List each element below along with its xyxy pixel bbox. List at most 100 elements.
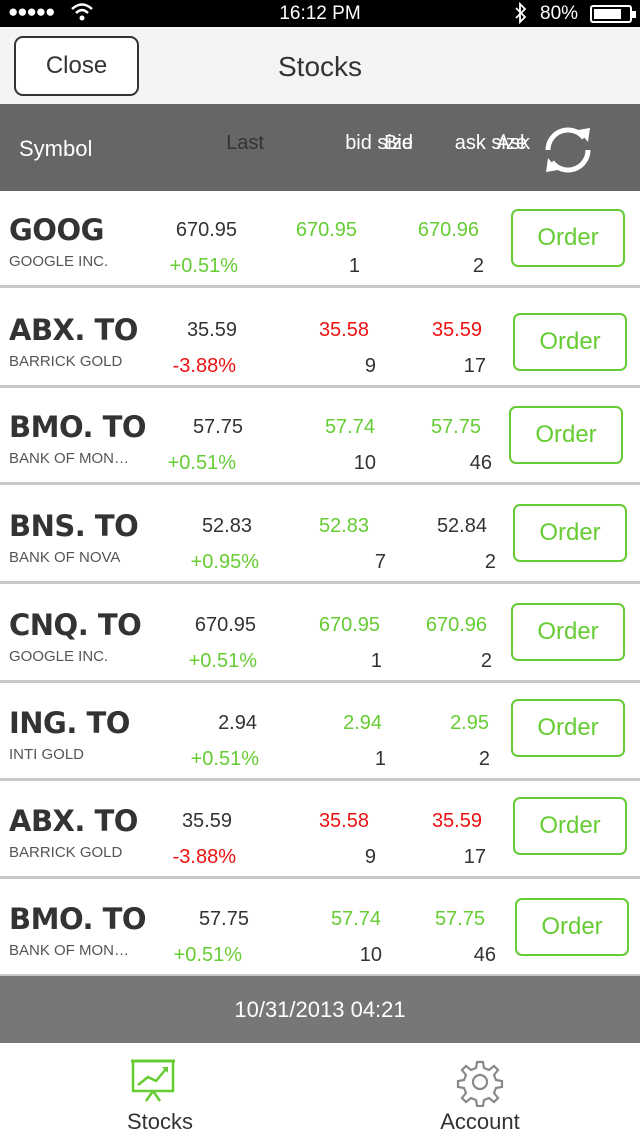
ask-price: 57.75: [430, 416, 481, 438]
bid-size: 7: [374, 551, 386, 573]
battery-percentage: 80%: [540, 3, 579, 24]
last-price: 670.95: [194, 614, 256, 636]
tab-stocks-label: Stocks: [126, 1109, 194, 1134]
column-subheader-bid-size: bid size: [345, 132, 413, 154]
price-change: +0.51%: [167, 452, 236, 474]
ask-price: 35.59: [431, 810, 482, 832]
battery-fill: [594, 9, 622, 19]
last-price: 2.94: [218, 712, 257, 734]
refresh-icon[interactable]: [538, 120, 598, 180]
bid-price: 35.58: [318, 810, 369, 832]
ask-size: 17: [463, 846, 486, 868]
order-button[interactable]: Order: [511, 699, 625, 757]
order-button[interactable]: Order: [513, 504, 627, 562]
order-button[interactable]: Order: [513, 797, 627, 855]
ask-size: 2: [480, 650, 492, 672]
table-row[interactable]: BMO. TO BANK OF MON… 57.75 +0.51% 57.74 10 57.…: [0, 388, 640, 485]
last-price: 35.59: [186, 319, 237, 341]
ask-price: 35.59: [431, 319, 482, 341]
stock-symbol: CNQ. TO: [9, 608, 142, 642]
bid-size: 9: [364, 846, 376, 868]
column-header-symbol: Symbol: [19, 136, 93, 161]
last-price: 57.75: [198, 908, 249, 930]
last-price: 35.59: [181, 810, 232, 832]
ask-price: 670.96: [417, 219, 479, 241]
bid-price: 670.95: [318, 614, 380, 636]
nav-bar: Close Stocks: [0, 27, 640, 104]
bid-size: 1: [348, 255, 360, 277]
table-row[interactable]: ING. TO INTI GOLD 2.94 +0.51% 2.94 1 2.95 2 Orde…: [0, 684, 640, 781]
bid-price: 52.83: [318, 515, 369, 537]
order-button[interactable]: Order: [511, 603, 625, 661]
table-row[interactable]: BNS. TO BANK OF NOVA 52.83 +0.95% 52.83 7 52.8…: [0, 487, 640, 584]
order-button[interactable]: Order: [513, 313, 627, 371]
company-name: INTI GOLD: [9, 746, 85, 763]
last-price: 52.83: [201, 515, 252, 537]
price-change: -3.88%: [172, 355, 236, 377]
order-button[interactable]: Order: [515, 898, 629, 956]
bid-price: 57.74: [330, 908, 381, 930]
battery-nub: [632, 11, 636, 18]
bid-size: 1: [370, 650, 382, 672]
tab-account-label: Account: [440, 1109, 520, 1134]
price-change: +0.95%: [190, 551, 259, 573]
table-row[interactable]: GOOG GOOGLE INC. 670.95 +0.51% 670.95 1 670.96…: [0, 191, 640, 288]
stock-symbol: BMO. TO: [9, 410, 147, 444]
bid-price: 2.94: [343, 712, 382, 734]
column-subheader-ask-size: ask size: [454, 132, 527, 154]
column-header-last: Last: [226, 132, 264, 154]
company-name: BANK OF NOVA: [9, 549, 121, 566]
order-button[interactable]: Order: [511, 209, 625, 267]
stock-symbol: BNS. TO: [9, 509, 139, 543]
company-name: GOOGLE INC.: [9, 253, 109, 270]
bid-size: 9: [364, 355, 376, 377]
bid-size: 10: [353, 452, 376, 474]
company-name: BANK OF MON…: [9, 942, 130, 959]
ask-size: 2: [484, 551, 496, 573]
ask-size: 46: [469, 452, 492, 474]
company-name: BANK OF MON…: [9, 450, 130, 467]
tab-account[interactable]: Account: [320, 1043, 640, 1136]
stock-symbol: ABX. TO: [9, 313, 138, 347]
battery-icon: [590, 5, 636, 23]
table-row[interactable]: CNQ. TO GOOGLE INC. 670.95 +0.51% 670.95 1 670…: [0, 586, 640, 683]
ask-price: 670.96: [425, 614, 487, 636]
table-row[interactable]: BMO. TO BANK OF MON… 57.75 +0.51% 57.74 10 57.…: [0, 880, 640, 977]
bid-size: 10: [359, 944, 382, 966]
last-price: 670.95: [175, 219, 237, 241]
last-updated-timestamp: 10/31/2013 04:21: [0, 976, 640, 1043]
stock-symbol: ABX. TO: [9, 804, 138, 838]
bid-price: 57.74: [324, 416, 375, 438]
company-name: BARRICK GOLD: [9, 353, 123, 370]
table-row[interactable]: ABX. TO BARRICK GOLD 35.59 -3.88% 35.58 9 35.5…: [0, 782, 640, 879]
tab-bar: Stocks Account: [0, 1043, 640, 1136]
price-change: +0.51%: [190, 748, 259, 770]
status-bar: ●●●●● 16:12 PM 80%: [0, 0, 640, 27]
stock-symbol: BMO. TO: [9, 902, 147, 936]
bid-price: 670.95: [295, 219, 357, 241]
table-row[interactable]: ABX. TO BARRICK GOLD 35.59 -3.88% 35.58 9 35.5…: [0, 291, 640, 388]
price-change: -3.88%: [172, 846, 236, 868]
stock-symbol: ING. TO: [9, 706, 130, 740]
price-change: +0.51%: [188, 650, 257, 672]
ask-price: 2.95: [450, 712, 489, 734]
close-button[interactable]: Close: [14, 36, 139, 96]
ask-price: 52.84: [436, 515, 487, 537]
gear-icon: [456, 1060, 504, 1107]
ask-size: 46: [473, 944, 496, 966]
price-change: +0.51%: [173, 944, 242, 966]
order-button[interactable]: Order: [509, 406, 623, 464]
ask-size: 2: [472, 255, 484, 277]
ask-size: 2: [478, 748, 490, 770]
bid-price: 35.58: [318, 319, 369, 341]
last-price: 57.75: [192, 416, 243, 438]
company-name: BARRICK GOLD: [9, 844, 123, 861]
ask-size: 17: [463, 355, 486, 377]
price-change: +0.51%: [169, 255, 238, 277]
stock-symbol: GOOG: [9, 213, 104, 247]
bid-size: 1: [374, 748, 386, 770]
ask-price: 57.75: [434, 908, 485, 930]
company-name: GOOGLE INC.: [9, 648, 109, 665]
tab-stocks[interactable]: Stocks: [0, 1043, 320, 1136]
bluetooth-icon: [515, 2, 527, 24]
